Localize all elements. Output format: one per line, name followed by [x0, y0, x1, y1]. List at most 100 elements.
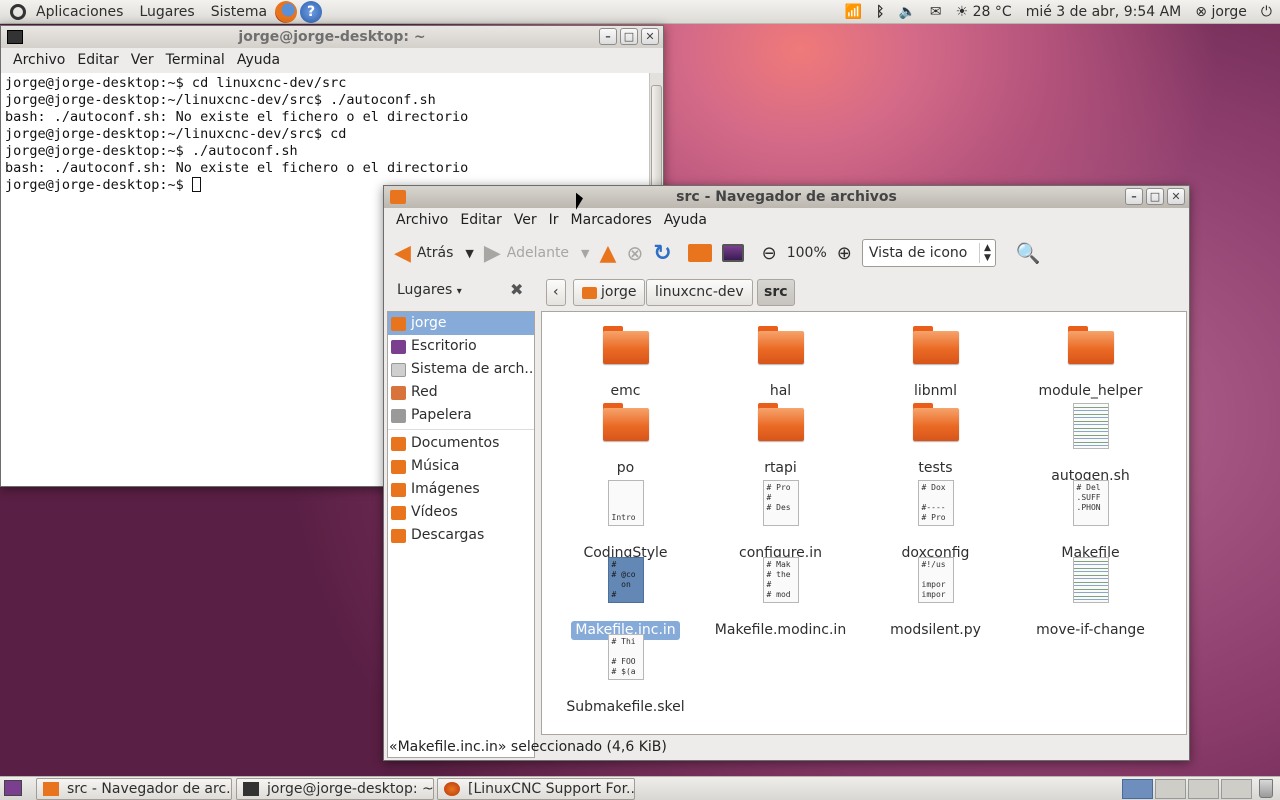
sidebar-item-label: Documentos [411, 435, 500, 451]
user-menu[interactable]: ⊗ jorge [1195, 4, 1247, 20]
text-file-icon: Intro [607, 480, 644, 526]
menu-sistema[interactable]: Sistema [203, 0, 275, 24]
menu-ir[interactable]: Ir [543, 212, 565, 228]
workspace-1[interactable] [1122, 779, 1153, 799]
taskbar-item-file-browser[interactable]: src - Navegador de arc... [36, 778, 232, 800]
folder-item[interactable]: hal [703, 326, 858, 401]
sidebar-item-imagenes[interactable]: Imágenes [388, 478, 534, 501]
user-name: jorge [1211, 4, 1247, 20]
help-icon[interactable]: ? [300, 0, 323, 23]
zoom-level[interactable]: 100% [787, 245, 827, 261]
maximize-button[interactable]: □ [620, 28, 638, 45]
breadcrumb-jorge[interactable]: jorge [573, 279, 646, 306]
taskbar-item-firefox[interactable]: [LinuxCNC Support For... [437, 778, 635, 800]
file-item[interactable]: # Thi # FOO # $(a Submakefile.skel [548, 634, 703, 717]
sidebar-item-escritorio[interactable]: Escritorio [388, 335, 534, 358]
menu-ayuda[interactable]: Ayuda [231, 52, 286, 68]
taskbar-item-terminal[interactable]: jorge@jorge-desktop: ~ [236, 778, 434, 800]
minimize-button[interactable]: – [1125, 188, 1143, 205]
computer-button[interactable] [721, 244, 744, 262]
up-button[interactable]: ▲ [600, 241, 617, 266]
text-file-icon: # Thi # FOO # $(a [607, 634, 644, 680]
terminal-line: jorge@jorge-desktop:~$ ./autoconf.sh [5, 143, 298, 159]
terminal-titlebar[interactable]: jorge@jorge-desktop: ~ – □ ✕ [1, 26, 663, 48]
sidebar-item-musica[interactable]: Música [388, 455, 534, 478]
folder-item[interactable]: tests [858, 403, 1013, 478]
sidebar-item-documentos[interactable]: Documentos [388, 432, 534, 455]
file-item[interactable]: autogen.sh [1013, 403, 1168, 486]
menu-terminal[interactable]: Terminal [160, 52, 231, 68]
menu-archivo[interactable]: Archivo [390, 212, 454, 228]
file-item[interactable]: # Dox #---- # Pro doxconfig [858, 480, 1013, 563]
folder-item[interactable]: emc [548, 326, 703, 401]
menu-ver[interactable]: Ver [125, 52, 160, 68]
menu-aplicaciones[interactable]: Aplicaciones [28, 0, 131, 24]
ubuntu-logo-icon[interactable] [10, 3, 26, 20]
workspace-2[interactable] [1155, 779, 1186, 799]
file-item[interactable]: # Mak # the # # mod Makefile.modinc.in [703, 557, 858, 640]
workspace-switcher[interactable] [1122, 779, 1252, 799]
firefox-icon[interactable] [275, 0, 298, 23]
breadcrumb-prev-button[interactable]: ‹ [546, 279, 566, 306]
close-sidebar-icon[interactable]: ✖ [510, 280, 523, 299]
file-item[interactable]: move-if-change [1013, 557, 1168, 640]
menu-archivo[interactable]: Archivo [7, 52, 71, 68]
bluetooth-icon[interactable]: ᛒ [876, 4, 884, 20]
view-mode-select[interactable]: Vista de icono ▲ ▼ [861, 239, 996, 267]
menu-lugares[interactable]: Lugares [131, 0, 202, 24]
menu-editar[interactable]: Editar [71, 52, 124, 68]
file-icon-view[interactable]: emc hal libnml module_helperpo rtapi tests aut… [541, 311, 1187, 735]
volume-icon[interactable]: 🔈 [898, 4, 915, 20]
browser-titlebar[interactable]: src - Navegador de archivos – □ ✕ [384, 186, 1189, 208]
close-button[interactable]: ✕ [1167, 188, 1185, 205]
minimize-button[interactable]: – [599, 28, 617, 45]
search-button[interactable]: 🔍 [1016, 241, 1041, 265]
power-icon[interactable]: ⏻ [1261, 4, 1272, 20]
breadcrumb-src[interactable]: src [757, 279, 795, 306]
maximize-button[interactable]: □ [1146, 188, 1164, 205]
workspace-3[interactable] [1188, 779, 1219, 799]
show-desktop-icon[interactable] [4, 780, 22, 796]
chevron-down-icon[interactable]: ▼ [465, 247, 473, 260]
menu-ver[interactable]: Ver [508, 212, 543, 228]
close-button[interactable]: ✕ [641, 28, 659, 45]
file-item[interactable]: #!/us impor impor modsilent.py [858, 557, 1013, 640]
breadcrumb-linuxcnc-dev[interactable]: linuxcnc-dev [646, 279, 753, 306]
file-item[interactable]: # Pro # # Des configure.in [703, 480, 858, 563]
sidebar-item-descargas[interactable]: Descargas [388, 524, 534, 547]
menu-ayuda[interactable]: Ayuda [658, 212, 713, 228]
text-file-icon: # Mak # the # # mod [762, 557, 799, 603]
clock[interactable]: mié 3 de abr, 9:54 AM [1026, 4, 1182, 20]
wifi-icon[interactable]: 📶 [845, 4, 862, 20]
view-mode-label: Vista de icono [868, 245, 968, 261]
workspace-4[interactable] [1221, 779, 1252, 799]
sidebar-item-filesystem[interactable]: Sistema de arch... [388, 358, 534, 381]
zoom-in-button[interactable]: ⊕ [837, 243, 852, 264]
file-item[interactable]: # Del .SUFF .PHON Makefile [1013, 480, 1168, 563]
trash-icon[interactable] [1259, 779, 1273, 798]
sidebar-header[interactable]: Lugares ▾ [397, 282, 462, 298]
menu-editar[interactable]: Editar [454, 212, 507, 228]
sidebar-item-papelera[interactable]: Papelera [388, 404, 534, 427]
folder-item[interactable]: po [548, 403, 703, 478]
menu-marcadores[interactable]: Marcadores [565, 212, 658, 228]
sidebar-item-videos[interactable]: Vídeos [388, 501, 534, 524]
weather[interactable]: ☀ 28 °C [956, 4, 1012, 20]
sidebar-item-jorge[interactable]: jorge [388, 312, 534, 335]
folder-item[interactable]: rtapi [703, 403, 858, 478]
home-button[interactable] [682, 244, 712, 262]
scrollbar-thumb[interactable] [651, 85, 662, 195]
forward-button[interactable]: ▶ Adelante ▼ [484, 241, 590, 266]
reload-button[interactable]: ↻ [653, 241, 671, 266]
folder-item[interactable]: module_helper [1013, 326, 1168, 401]
back-button[interactable]: ◀ Atrás ▼ [394, 241, 474, 266]
bottom-panel: src - Navegador de arc... jorge@jorge-de… [0, 776, 1280, 800]
sidebar-item-red[interactable]: Red [388, 381, 534, 404]
file-item[interactable]: # # @co on # Makefile.inc.in [548, 557, 703, 640]
zoom-out-button[interactable]: ⊖ [762, 243, 777, 264]
stop-button[interactable]: ⊗ [626, 241, 643, 265]
chevron-down-icon[interactable]: ▼ [581, 247, 589, 260]
mail-icon[interactable]: ✉ [930, 4, 942, 20]
file-item[interactable]: Intro CodingStyle [548, 480, 703, 563]
folder-item[interactable]: libnml [858, 326, 1013, 401]
